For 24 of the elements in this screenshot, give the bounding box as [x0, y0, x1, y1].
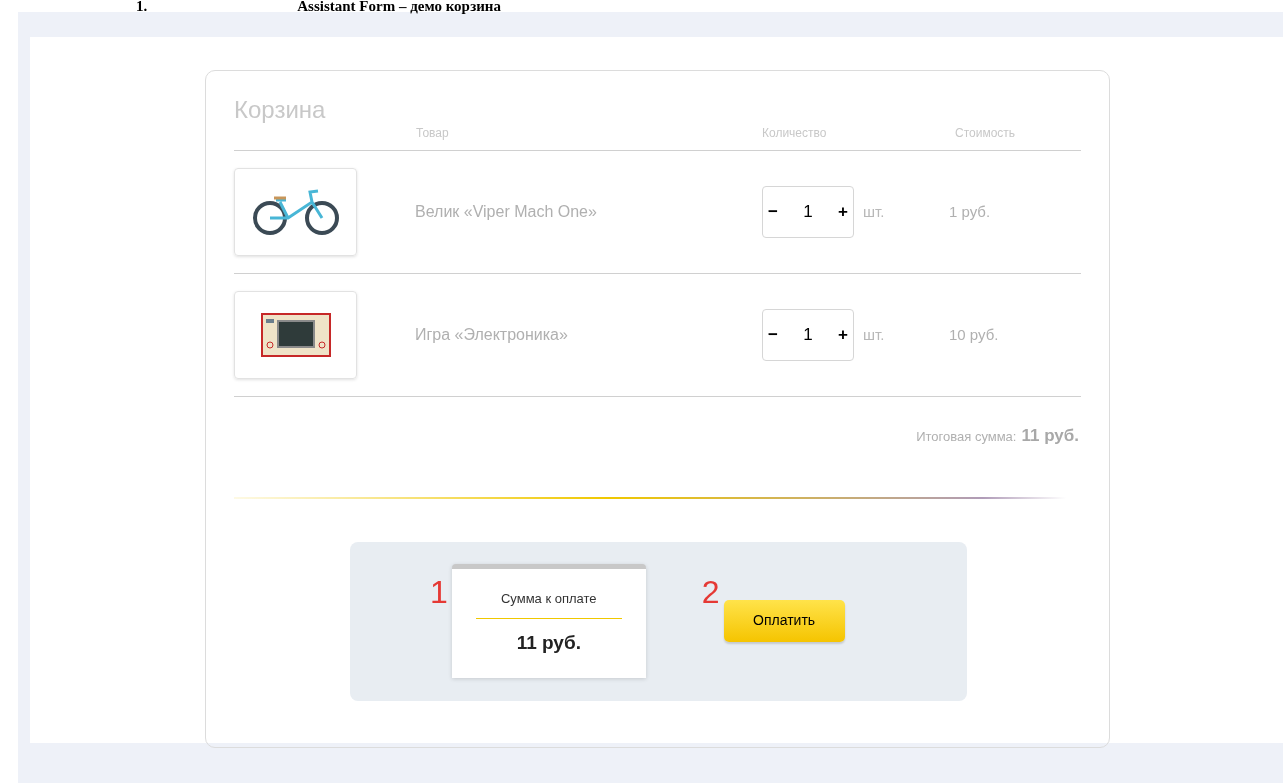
quantity-value: 1	[803, 324, 813, 347]
step-marker: 2	[701, 573, 720, 610]
heading-number: 1.	[136, 0, 148, 12]
step-marker: 1	[430, 573, 448, 610]
item-price: 10 руб.	[949, 324, 999, 345]
pay-button[interactable]: Оплатить	[723, 599, 845, 642]
receipt-amount: 11 руб.	[516, 631, 581, 655]
receipt-label: Сумма к оплате	[501, 589, 597, 608]
handheld-game-icon	[260, 313, 331, 357]
decrement-button[interactable]: −	[768, 322, 778, 348]
item-price: 1 руб.	[949, 201, 991, 222]
heading-title: Assistant Form – демо корзина	[297, 0, 501, 12]
product-name: Игра «Электроника»	[415, 325, 569, 345]
unit-label: шт.	[863, 324, 886, 345]
quantity-value: 1	[803, 201, 813, 224]
increment-button[interactable]: +	[838, 199, 848, 225]
decrement-button[interactable]: −	[768, 199, 778, 225]
quantity-stepper[interactable]: − 1 +	[762, 186, 854, 238]
total-label: Итоговая сумма:	[916, 428, 1017, 446]
unit-label: шт.	[863, 201, 886, 222]
quantity-stepper[interactable]: − 1 +	[762, 309, 854, 361]
total-value: 11 руб.	[1021, 425, 1079, 447]
product-name: Велик «Viper Mach One»	[415, 202, 598, 222]
increment-button[interactable]: +	[838, 322, 848, 348]
